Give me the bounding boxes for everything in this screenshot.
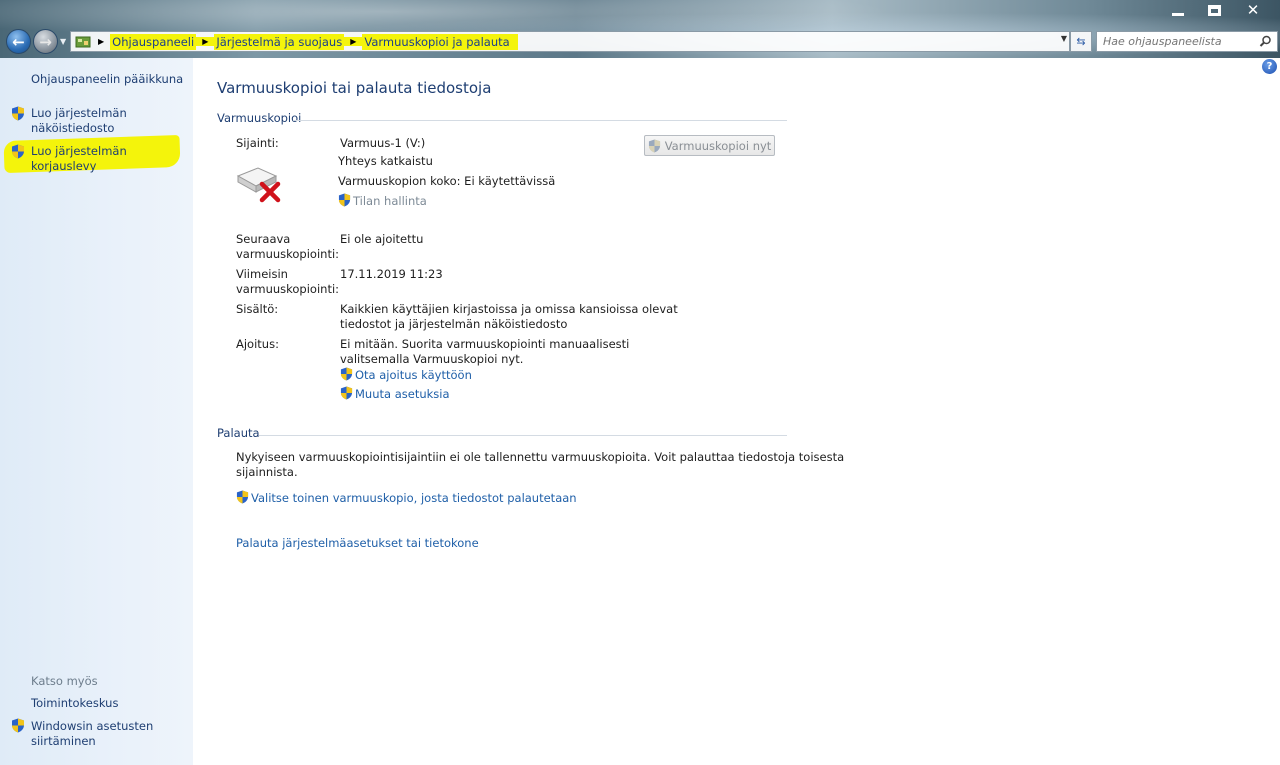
last-backup-value: 17.11.2019 11:23 (340, 267, 443, 281)
restore-info: Nykyiseen varmuuskopiointisijaintiin ei … (236, 450, 845, 479)
refresh-icon: ⇆ (1076, 35, 1086, 48)
sidebar-item-create-system-image[interactable]: Luo järjestelmän näköistiedosto (31, 106, 127, 136)
section-divider (259, 435, 787, 436)
sidebar: Ohjauspaneelin pääikkuna Luo järjestelmä… (0, 58, 193, 765)
shield-icon (12, 144, 24, 159)
backup-section-heading: Varmuuskopioi (217, 111, 302, 125)
contents-value: Kaikkien käyttäjien kirjastoissa ja omis… (340, 302, 678, 331)
select-other-backup-label: Valitse toinen varmuuskopio, josta tiedo… (251, 491, 577, 505)
arrow-right-icon: → (39, 32, 52, 51)
schedule-value: Ei mitään. Suorita varmuuskopiointi manu… (340, 337, 630, 366)
minimize-icon (1172, 12, 1184, 16)
see-also-heading: Katso myös (31, 674, 98, 688)
maximize-icon (1207, 4, 1221, 16)
maximize-button[interactable] (1196, 0, 1232, 20)
restore-system-link[interactable]: Palauta järjestelmäasetukset tai tietoko… (236, 536, 479, 551)
help-icon[interactable]: ? (1262, 59, 1277, 74)
search-icon[interactable] (1259, 35, 1272, 51)
section-divider (293, 120, 787, 121)
breadcrumb-backup-restore[interactable]: Varmuuskopioi ja palauta (362, 33, 518, 50)
change-settings-link[interactable]: Muuta asetuksia (340, 386, 450, 402)
contents-label: Sisältö: (236, 302, 279, 316)
search-box (1096, 31, 1278, 52)
enable-schedule-label: Ota ajoitus käyttöön (355, 368, 472, 382)
backup-now-label: Varmuuskopioi nyt (664, 138, 772, 153)
select-other-backup-link[interactable]: Valitse toinen varmuuskopio, josta tiedo… (236, 490, 577, 506)
sidebar-item-label: siirtäminen (31, 734, 96, 748)
backup-size: Varmuuskopion koko: Ei käytettävissä (338, 174, 556, 188)
shield-icon (236, 490, 249, 504)
back-button[interactable]: ← (6, 29, 31, 54)
location-value: Varmuus-1 (V:) (340, 136, 426, 150)
next-backup-value: Ei ole ajoitettu (340, 232, 424, 246)
sidebar-item-control-panel-home[interactable]: Ohjauspaneelin pääikkuna (31, 72, 183, 87)
sidebar-item-action-center[interactable]: Toimintokeskus (31, 696, 118, 711)
address-bar[interactable]: ▶ Ohjauspaneeli ▶ Järjestelmä ja suojaus… (70, 31, 1070, 52)
shield-icon (340, 386, 353, 400)
page-title: Varmuuskopioi tai palauta tiedostoja (217, 79, 492, 97)
last-backup-label: Viimeisin varmuuskopiointi: (236, 267, 340, 296)
breadcrumb-control-panel[interactable]: Ohjauspaneeli (110, 33, 197, 50)
shield-icon (338, 193, 351, 207)
sidebar-item-label: näköistiedosto (31, 121, 115, 135)
arrow-left-icon: ← (12, 32, 25, 51)
sidebar-item-label: Windowsin asetusten (31, 719, 154, 733)
schedule-label: Ajoitus: (236, 337, 279, 351)
minimize-button[interactable] (1160, 0, 1196, 20)
breadcrumb-separator: ▶ (196, 37, 215, 46)
close-icon: ✕ (1246, 1, 1260, 19)
manage-space-link[interactable]: Tilan hallinta (338, 193, 427, 209)
sidebar-item-windows-easy-transfer[interactable]: Windowsin asetusten siirtäminen (31, 719, 153, 749)
recent-pages-dropdown[interactable]: ▼ (60, 37, 66, 46)
connection-status: Yhteys katkaistu (338, 154, 433, 168)
shield-icon (12, 718, 24, 733)
shield-icon (12, 106, 24, 121)
window-controls: ✕ (1160, 0, 1274, 20)
manage-space-label: Tilan hallinta (353, 194, 427, 208)
breadcrumb-system-security[interactable]: Järjestelmä ja suojaus (214, 33, 345, 50)
location-label: Sijainti: (236, 136, 279, 150)
address-history-dropdown[interactable]: ▼ (1061, 34, 1067, 43)
window-titlebar: ✕ ← → ▼ ▶ Ohjauspaneeli ▶ Järjestelmä ja… (0, 0, 1280, 58)
breadcrumb-separator: ▶ (344, 37, 363, 46)
control-panel-icon (74, 34, 92, 50)
shield-icon (340, 367, 353, 381)
shield-icon (648, 139, 660, 152)
close-button[interactable]: ✕ (1232, 0, 1274, 20)
sidebar-item-create-repair-disc[interactable]: Luo järjestelmän korjauslevy (31, 144, 193, 174)
next-backup-label: Seuraava varmuuskopiointi: (236, 232, 340, 261)
backup-now-button[interactable]: Varmuuskopioi nyt (644, 135, 775, 156)
refresh-button[interactable]: ⇆ (1070, 31, 1092, 52)
change-settings-label: Muuta asetuksia (355, 387, 450, 401)
sidebar-item-label: Luo järjestelmän (31, 106, 127, 120)
main-content: ? Varmuuskopioi tai palauta tiedostoja V… (193, 58, 1280, 765)
forward-button[interactable]: → (33, 29, 58, 54)
restore-section-heading: Palauta (217, 426, 260, 440)
search-input[interactable] (1103, 35, 1253, 48)
disconnected-drive-icon (236, 167, 281, 203)
enable-schedule-link[interactable]: Ota ajoitus käyttöön (340, 367, 472, 383)
breadcrumb-separator: ▶ (98, 37, 105, 46)
